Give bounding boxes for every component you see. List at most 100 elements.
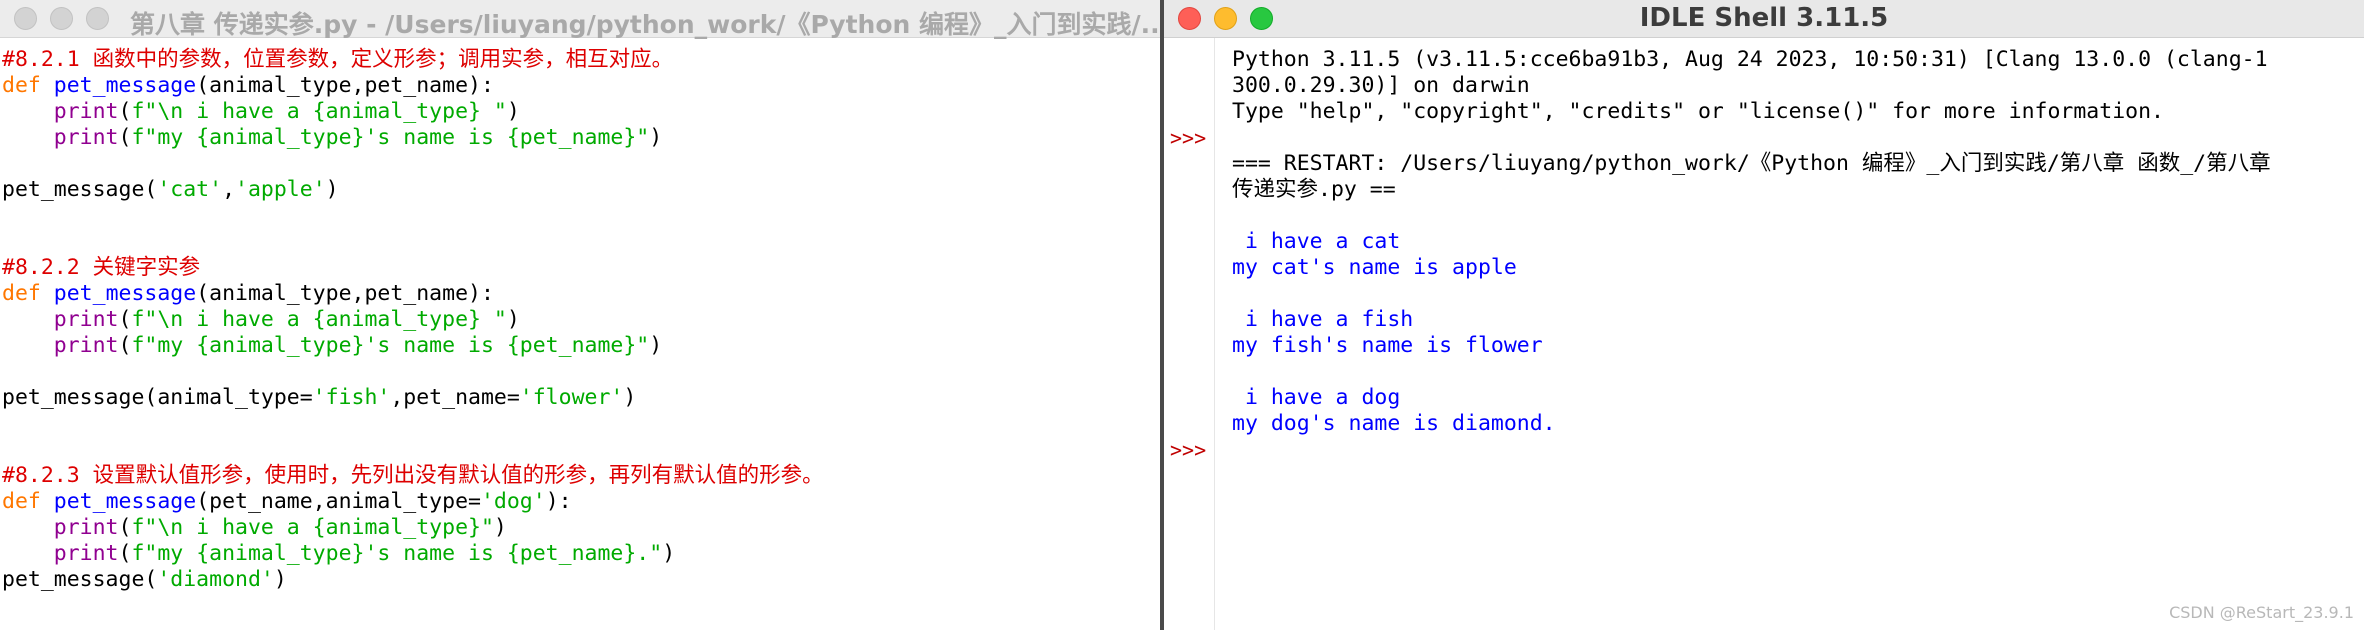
editor-window: 第八章 传递实参.py - /Users/liuyang/python_work… [0, 0, 1160, 630]
code-token-plain: ( [118, 307, 132, 332]
code-token-plain: (animal_type,pet_name): [196, 281, 494, 306]
code-token-string: f"\n i have a {animal_type} " [131, 99, 507, 124]
code-token-string: 'dog' [480, 489, 546, 514]
code-line[interactable] [2, 151, 824, 177]
code-token-plain: ( [118, 125, 132, 150]
code-token-plain: ) [506, 307, 520, 332]
code-token-plain: pet_message(animal_type= [2, 385, 313, 410]
code-token-plain: , [222, 177, 236, 202]
code-line[interactable]: print(f"my {animal_type}'s name is {pet_… [2, 541, 824, 567]
code-line[interactable]: print(f"my {animal_type}'s name is {pet_… [2, 333, 824, 359]
shell-info-line: Type "help", "copyright", "credits" or "… [1232, 99, 2164, 124]
code-token-plain: ( [118, 541, 132, 566]
code-line[interactable]: pet_message(animal_type='fish',pet_name=… [2, 385, 824, 411]
code-token-plain: pet_message( [2, 567, 158, 592]
code-line[interactable] [2, 229, 824, 255]
shell-info-line: === RESTART: /Users/liuyang/python_work/… [1232, 151, 2271, 176]
editor-minimize-button[interactable] [50, 7, 73, 30]
code-line[interactable]: def pet_message(animal_type,pet_name): [2, 73, 824, 99]
shell-prompt: >>> [1170, 438, 1207, 462]
code-token-plain: ): [545, 489, 572, 514]
shell-info-line: 传递实参.py == [1232, 177, 1396, 202]
code-token-def: pet_message [53, 489, 197, 514]
code-line[interactable]: pet_message('cat','apple') [2, 177, 824, 203]
code-token-string: f"my {animal_type}'s name is {pet_name}.… [131, 541, 663, 566]
editor-titlebar[interactable]: 第八章 传递实参.py - /Users/liuyang/python_work… [0, 0, 1160, 39]
code-line[interactable]: #8.2.3 设置默认值形参，使用时，先列出没有默认值的形参，再列有默认值的形参… [2, 463, 824, 489]
code-line[interactable]: pet_message('diamond') [2, 567, 824, 593]
code-token-plain: ) [325, 177, 339, 202]
code-token-plain: ( [118, 515, 132, 540]
code-token-string: 'apple' [235, 177, 326, 202]
shell-output-line: my fish's name is flower [1232, 333, 1543, 358]
code-token-def: pet_message [53, 281, 197, 306]
code-line[interactable]: print(f"\n i have a {animal_type} ") [2, 99, 824, 125]
shell-window: IDLE Shell 3.11.5 >>> >>> Python 3.11.5 (… [1164, 0, 2364, 630]
code-line[interactable]: print(f"my {animal_type}'s name is {pet_… [2, 125, 824, 151]
editor-close-button[interactable] [14, 7, 37, 30]
code-line[interactable]: def pet_message(animal_type,pet_name): [2, 281, 824, 307]
shell-output-line: my cat's name is apple [1232, 255, 1517, 280]
shell-output[interactable]: Python 3.11.5 (v3.11.5:cce6ba91b3, Aug 2… [1232, 47, 2271, 437]
editor-window-title: 第八章 传递实参.py - /Users/liuyang/python_work… [130, 10, 1160, 39]
code-line[interactable] [2, 359, 824, 385]
shell-info-line: 300.0.29.30)] on darwin [1232, 73, 1530, 98]
code-token-string: f"\n i have a {animal_type}" [131, 515, 494, 540]
code-line[interactable] [2, 437, 824, 463]
code-token-string: f"my {animal_type}'s name is {pet_name}" [131, 125, 650, 150]
code-token-plain: (animal_type,pet_name): [196, 73, 494, 98]
shell-output-line: i have a fish [1232, 307, 1414, 332]
code-token-plain: ) [649, 125, 663, 150]
code-token-plain: ) [649, 333, 663, 358]
shell-info-line [1232, 359, 2271, 385]
code-token-builtin: print [53, 333, 119, 358]
code-line[interactable] [2, 203, 824, 229]
code-line[interactable]: #8.2.2 关键字实参 [2, 255, 824, 281]
shell-output-line: my dog's name is diamond. [1232, 411, 1556, 436]
code-line[interactable]: #8.2.1 函数中的参数，位置参数，定义形参；调用实参，相互对应。 [2, 47, 824, 73]
code-token-keyword: def [2, 73, 41, 98]
code-token-def: pet_message [53, 73, 197, 98]
code-token-keyword: def [2, 281, 41, 306]
shell-window-title: IDLE Shell 3.11.5 [1639, 3, 1889, 33]
code-line[interactable]: def pet_message(pet_name,animal_type='do… [2, 489, 824, 515]
code-token-plain: ( [118, 333, 132, 358]
code-token-plain: ) [493, 515, 507, 540]
shell-info-line: Python 3.11.5 (v3.11.5:cce6ba91b3, Aug 2… [1232, 47, 2268, 72]
shell-prompt-gutter: >>> >>> [1164, 38, 1215, 630]
editor-maximize-button[interactable] [86, 7, 109, 30]
code-token-comment: #8.2.3 设置默认值形参，使用时，先列出没有默认值的形参，再列有默认值的形参… [2, 463, 824, 488]
code-token-plain: ,pet_name= [390, 385, 520, 410]
code-token-plain: ) [623, 385, 637, 410]
code-line[interactable]: print(f"\n i have a {animal_type} ") [2, 307, 824, 333]
code-line[interactable]: print(f"\n i have a {animal_type}") [2, 515, 824, 541]
code-token-keyword: def [2, 489, 41, 514]
code-token-builtin: print [53, 125, 119, 150]
shell-info-line [1232, 125, 2271, 151]
code-token-string: 'cat' [157, 177, 223, 202]
code-token-builtin: print [53, 515, 119, 540]
code-token-comment: #8.2.2 关键字实参 [2, 255, 201, 280]
shell-output-line: i have a cat [1232, 229, 1401, 254]
code-token-builtin: print [53, 99, 119, 124]
watermark: CSDN @ReStart_23.9.1 [2169, 603, 2354, 622]
code-token-plain: (pet_name,animal_type= [196, 489, 481, 514]
shell-info-line [1232, 281, 2271, 307]
code-token-plain: ( [118, 99, 132, 124]
code-token-builtin: print [53, 307, 119, 332]
code-line[interactable] [2, 411, 824, 437]
code-token-plain: pet_message( [2, 177, 158, 202]
code-editor[interactable]: #8.2.1 函数中的参数，位置参数，定义形参；调用实参，相互对应。 def pe… [2, 47, 824, 593]
code-token-builtin: print [53, 541, 119, 566]
code-token-string: 'fish' [312, 385, 391, 410]
shell-titlebar[interactable]: IDLE Shell 3.11.5 [1164, 0, 2364, 38]
code-token-string: 'diamond' [157, 567, 274, 592]
